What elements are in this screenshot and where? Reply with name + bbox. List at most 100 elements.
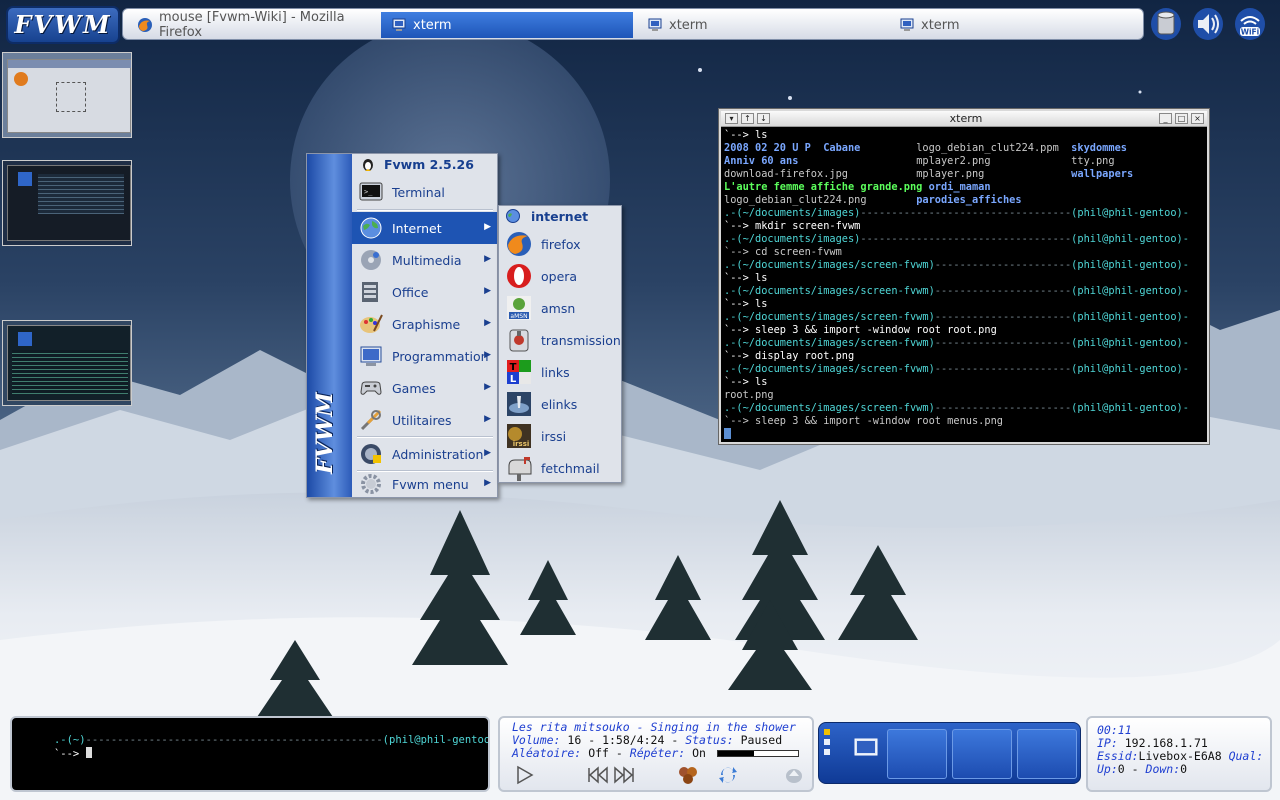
eject-icon[interactable] bbox=[782, 764, 806, 786]
raise-button[interactable]: ↑ bbox=[741, 113, 754, 124]
terminal-text: L'autre femme affiche grande.png bbox=[724, 181, 929, 193]
volume-label: Volume: bbox=[512, 733, 561, 747]
bottom-terminal[interactable]: .-(~)-----------------------------------… bbox=[10, 716, 490, 792]
terminal-line: `--> ls bbox=[724, 298, 1206, 311]
menu-item-terminal[interactable]: >_ Terminal bbox=[352, 176, 497, 208]
dock-desk-2[interactable] bbox=[887, 729, 947, 779]
task-firefox[interactable]: mouse [Fvwm-Wiki] - Mozilla Firefox bbox=[127, 10, 377, 39]
previous-icon[interactable] bbox=[586, 764, 610, 786]
volume-value: 16 bbox=[567, 733, 582, 747]
terminal-text: ordi_maman bbox=[928, 181, 991, 193]
submenu-item-elinks[interactable]: elinks bbox=[499, 388, 621, 420]
prompt-user: (phil@phil-gentoo)- bbox=[382, 734, 490, 746]
terminal-output[interactable]: `--> ls 2008 02 20 U P Cabane logo_debian… bbox=[724, 129, 1206, 441]
text-cursor bbox=[85, 747, 92, 758]
track-progress-bar[interactable] bbox=[716, 750, 799, 757]
clock: 00:11 bbox=[1097, 723, 1132, 737]
tux-icon bbox=[363, 159, 373, 171]
task-xterm-active[interactable]: xterm bbox=[381, 12, 633, 38]
menu-item-internet[interactable]: Internet ▶ bbox=[352, 212, 497, 244]
terminal-line: `--> mkdir screen-fvwm bbox=[724, 220, 1206, 233]
graphics-icon bbox=[360, 314, 383, 333]
terminal-line: .-(~/documents/images/screen-fvwm)------… bbox=[724, 285, 1206, 298]
window-title: xterm bbox=[949, 112, 983, 125]
status-label: Status: bbox=[685, 733, 734, 747]
pager-desk-3[interactable] bbox=[2, 320, 132, 406]
submenu-item-amsn[interactable]: aMSN amsn bbox=[499, 292, 621, 324]
rate-separator: - bbox=[1131, 762, 1139, 776]
menu-item-label: Multimedia bbox=[392, 252, 462, 268]
submenu-item-firefox[interactable]: firefox bbox=[499, 228, 621, 260]
terminal-text: (phil@phil-gentoo)- bbox=[1071, 337, 1189, 349]
task-xterm[interactable]: xterm bbox=[889, 12, 1139, 38]
menu-item-fvwm-menu[interactable]: Fvwm menu ▶ bbox=[352, 468, 497, 500]
window-menu-button[interactable]: ▾ bbox=[725, 113, 738, 124]
terminal-cursor-line bbox=[724, 428, 1206, 441]
submenu-item-fetchmail[interactable]: fetchmail bbox=[499, 452, 621, 484]
hard-drive-icon[interactable] bbox=[1148, 5, 1184, 43]
tools-icon bbox=[360, 409, 382, 431]
terminal-text: .-(~/documents/images) bbox=[724, 233, 861, 245]
close-button[interactable]: × bbox=[1191, 113, 1204, 124]
terminal-line: logo_debian_clut224.png parodies_affiche… bbox=[724, 194, 1206, 207]
terminal-text: ---------------------- bbox=[934, 285, 1072, 297]
text-cursor bbox=[724, 428, 731, 439]
menu-item-utilitaires[interactable]: Utilitaires ▶ bbox=[352, 404, 497, 436]
next-icon[interactable] bbox=[612, 764, 636, 786]
menu-item-games[interactable]: Games ▶ bbox=[352, 372, 497, 404]
monitor-icon bbox=[900, 18, 914, 31]
dock-desk-3[interactable] bbox=[952, 729, 1012, 779]
terminal-text: .-(~/documents/images/screen-fvwm) bbox=[724, 285, 935, 297]
repeat-icon[interactable] bbox=[716, 764, 740, 786]
shuffle-icon[interactable] bbox=[676, 764, 700, 786]
terminal-text: skydommes bbox=[1071, 142, 1127, 154]
links-icon: TL bbox=[507, 360, 531, 385]
minimize-button[interactable]: _ bbox=[1159, 113, 1172, 124]
status-separator: - bbox=[671, 733, 679, 747]
menu-item-administration[interactable]: Administration ▶ bbox=[352, 438, 497, 470]
maximize-button[interactable]: □ bbox=[1175, 113, 1188, 124]
submenu-item-transmission[interactable]: transmission bbox=[499, 324, 621, 356]
submenu-item-links[interactable]: TL links bbox=[499, 356, 621, 388]
wifi-icon[interactable]: WiFi bbox=[1232, 5, 1268, 43]
menu-item-label: Games bbox=[392, 380, 436, 396]
play-icon[interactable] bbox=[512, 764, 536, 786]
multimedia-icon bbox=[361, 250, 381, 270]
menu-item-multimedia[interactable]: Multimedia ▶ bbox=[352, 244, 497, 276]
submenu-item-label: opera bbox=[541, 268, 578, 284]
terminal-text: .-(~/documents/images/screen-fvwm) bbox=[724, 402, 935, 414]
submenu-item-label: fetchmail bbox=[541, 460, 600, 476]
music-player-panel: Les rita mitsouko - Singing in the showe… bbox=[498, 716, 814, 792]
terminal-text: (phil@phil-gentoo)- bbox=[1071, 233, 1189, 245]
submenu-item-irssi[interactable]: irssi irssi bbox=[499, 420, 621, 452]
menu-item-programmation[interactable]: Programmation ▶ bbox=[352, 340, 497, 372]
essid-label: Essid: bbox=[1097, 749, 1139, 763]
dock-desk-4[interactable] bbox=[1017, 729, 1077, 779]
menu-item-graphisme[interactable]: Graphisme ▶ bbox=[352, 308, 497, 340]
lower-button[interactable]: ↓ bbox=[757, 113, 770, 124]
wifi-label: WiFi bbox=[1241, 28, 1260, 37]
fvwm-root-menu: FVWM Fvwm 2.5.26 >_ Terminal Internet ▶ … bbox=[306, 153, 498, 498]
admin-icon bbox=[361, 444, 381, 464]
xterm-titlebar[interactable]: ▾ ↑ ↓ xterm _ □ × bbox=[721, 111, 1207, 127]
submenu-arrow-icon: ▶ bbox=[484, 448, 491, 458]
submenu-item-opera[interactable]: opera bbox=[499, 260, 621, 292]
pager-desk-1[interactable] bbox=[2, 52, 132, 138]
fvwm-logo-button[interactable]: FVWM bbox=[6, 6, 120, 44]
menu-item-office[interactable]: Office ▶ bbox=[352, 276, 497, 308]
status-value: Paused bbox=[740, 733, 783, 747]
transmission-icon bbox=[509, 329, 529, 352]
submenu-item-label: firefox bbox=[541, 236, 581, 252]
task-xterm[interactable]: xterm bbox=[637, 12, 887, 38]
monitor-icon bbox=[392, 18, 406, 31]
player-controls bbox=[510, 764, 802, 788]
dock-desk-1[interactable] bbox=[823, 729, 883, 779]
pager-desk-2[interactable] bbox=[2, 160, 132, 246]
volume-icon[interactable] bbox=[1190, 5, 1226, 43]
menu-item-label: Administration bbox=[392, 446, 484, 462]
dock-pager bbox=[818, 722, 1081, 784]
terminal-text: mplayer.png bbox=[916, 168, 1072, 180]
globe-icon bbox=[360, 217, 382, 239]
submenu-arrow-icon: ▶ bbox=[484, 286, 491, 296]
terminal-line: `--> sleep 3 && import -window root menu… bbox=[724, 415, 1206, 428]
